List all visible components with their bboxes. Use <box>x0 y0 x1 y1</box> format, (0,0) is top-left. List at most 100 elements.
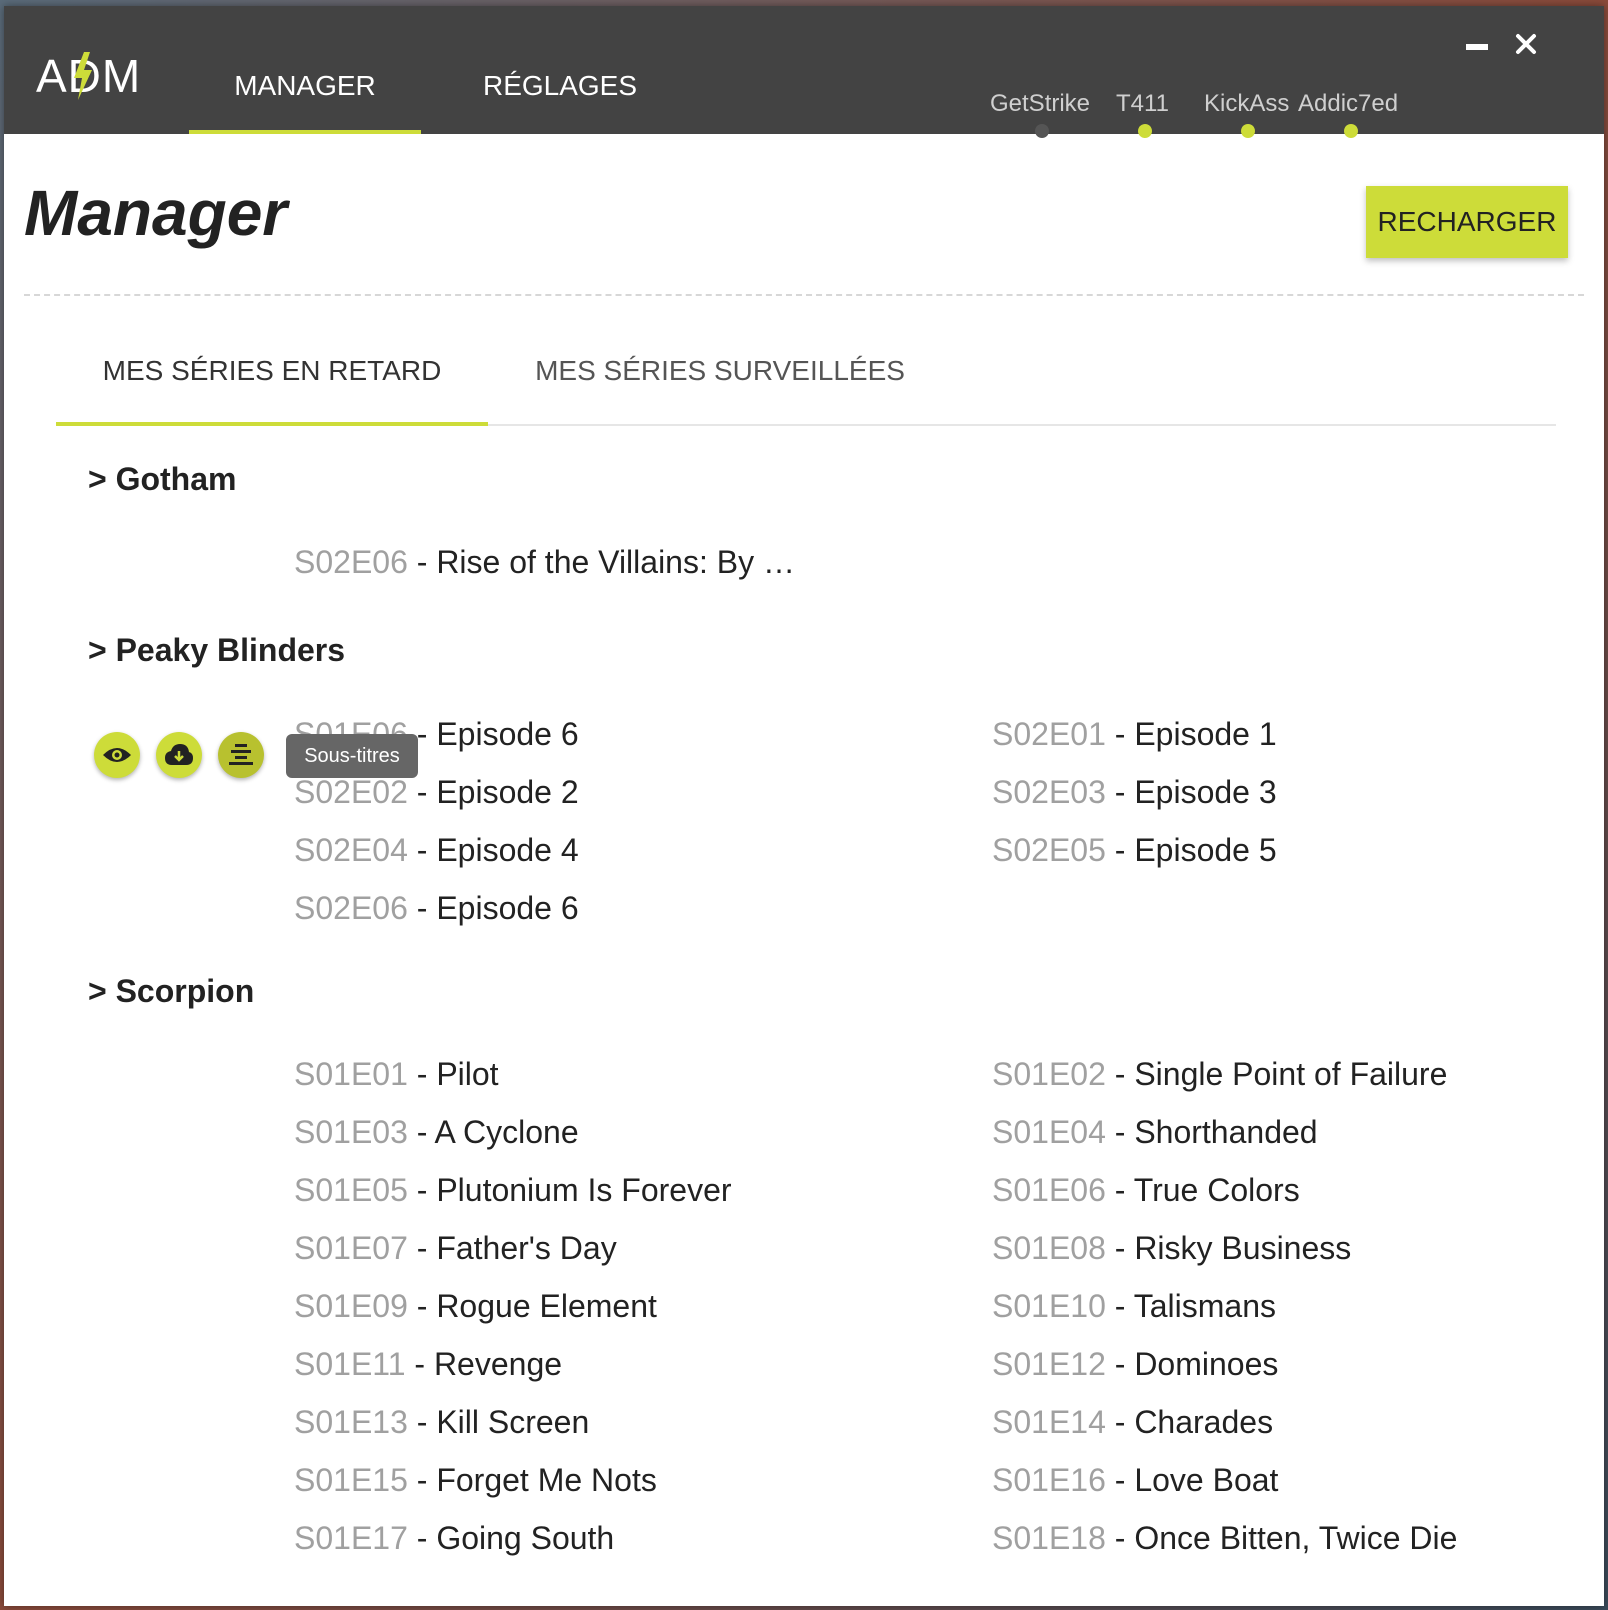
subtitles-button[interactable] <box>218 732 264 778</box>
episode-item[interactable]: S01E02 - Single Point of Failure <box>992 1056 1447 1093</box>
episode-separator: - <box>407 832 437 868</box>
mark-watched-button[interactable] <box>94 732 140 778</box>
episode-item[interactable]: S01E03 - A Cyclone <box>294 1114 579 1151</box>
episode-code: S01E06 <box>992 1172 1106 1208</box>
episode-name: Kill Screen <box>436 1404 590 1440</box>
episode-separator: - <box>407 1462 437 1498</box>
episode-code: S02E02 <box>294 774 408 810</box>
episode-name: Going South <box>436 1520 615 1556</box>
episode-separator: - <box>1105 1056 1135 1092</box>
episode-item[interactable]: S01E17 - Going South <box>294 1520 614 1557</box>
episode-name: Episode 2 <box>436 774 579 810</box>
episode-code: S02E01 <box>992 716 1106 752</box>
episode-code: S01E17 <box>294 1520 408 1556</box>
episode-item[interactable]: S01E11 - Revenge <box>294 1346 562 1383</box>
episode-item[interactable]: S01E05 - Plutonium Is Forever <box>294 1172 732 1209</box>
source-status-dot <box>1138 124 1152 138</box>
episode-item[interactable]: S01E01 - Pilot <box>294 1056 499 1093</box>
episode-item[interactable]: S02E02 - Episode 2 <box>294 774 579 811</box>
app-window: ADM MANAGER RÉGLAGES GetStrike T411 Kick… <box>4 6 1604 1606</box>
tab-reglages[interactable]: RÉGLAGES <box>444 6 676 134</box>
episode-code: S01E01 <box>294 1056 408 1092</box>
episode-item[interactable]: S02E05 - Episode 5 <box>992 832 1277 869</box>
episode-code: S02E03 <box>992 774 1106 810</box>
episode-name: Rogue Element <box>436 1288 657 1324</box>
tab-watched-series[interactable]: MES SÉRIES SURVEILLÉES <box>504 346 936 426</box>
episode-separator: - <box>1105 1404 1135 1440</box>
download-button[interactable] <box>156 732 202 778</box>
episode-separator: - <box>407 1114 435 1150</box>
cloud-download-icon <box>165 744 193 765</box>
source-label-addic7ed: Addic7ed <box>1298 90 1399 117</box>
lightning-icon <box>74 52 92 100</box>
page-title: Manager <box>24 177 288 249</box>
episode-code: S02E06 <box>294 544 408 580</box>
episode-code: S01E04 <box>992 1114 1106 1150</box>
episode-separator: - <box>1105 716 1135 752</box>
episode-separator: - <box>407 1520 437 1556</box>
episode-code: S01E10 <box>992 1288 1106 1324</box>
series-title[interactable]: > Peaky Blinders <box>88 632 345 669</box>
episode-code: S01E08 <box>992 1230 1106 1266</box>
logo: ADM <box>36 46 141 106</box>
episode-name: Episode 4 <box>436 832 579 868</box>
episode-code: S01E18 <box>992 1520 1106 1556</box>
episode-separator: - <box>1105 1346 1135 1382</box>
episode-item[interactable]: S01E09 - Rogue Element <box>294 1288 657 1325</box>
episode-item[interactable]: S01E04 - Shorthanded <box>992 1114 1318 1151</box>
episode-code: S01E13 <box>294 1404 408 1440</box>
episode-separator: - <box>1105 832 1135 868</box>
eye-icon <box>103 748 131 762</box>
episode-name: Revenge <box>433 1346 563 1382</box>
episode-item[interactable]: S01E13 - Kill Screen <box>294 1404 589 1441</box>
episode-name: Love Boat <box>1134 1462 1279 1498</box>
tab-manager[interactable]: MANAGER <box>189 6 421 134</box>
episode-separator: - <box>405 1346 434 1382</box>
series-title[interactable]: > Gotham <box>88 461 236 498</box>
episode-item[interactable]: S01E07 - Father's Day <box>294 1230 617 1267</box>
episode-code: S01E05 <box>294 1172 408 1208</box>
episode-separator: - <box>407 774 437 810</box>
episode-item[interactable]: S02E06 - Rise of the Villains: By … <box>294 544 795 581</box>
episode-separator: - <box>1105 1172 1134 1208</box>
episode-name: Risky Business <box>1134 1230 1352 1266</box>
minimize-icon[interactable] <box>1466 42 1490 52</box>
episode-name: Episode 1 <box>1134 716 1277 752</box>
episode-name: Episode 6 <box>436 716 579 752</box>
episode-code: S01E12 <box>992 1346 1106 1382</box>
episode-item[interactable]: S02E01 - Episode 1 <box>992 716 1277 753</box>
episode-name: Father's Day <box>436 1230 617 1266</box>
episode-separator: - <box>1105 1114 1135 1150</box>
episode-separator: - <box>407 1056 437 1092</box>
episode-item[interactable]: S01E15 - Forget Me Nots <box>294 1462 657 1499</box>
tab-late-series[interactable]: MES SÉRIES EN RETARD <box>56 346 488 426</box>
episode-code: S01E09 <box>294 1288 408 1324</box>
source-status-dot <box>1241 124 1255 138</box>
episode-separator: - <box>407 1230 437 1266</box>
episode-name: True Colors <box>1133 1172 1300 1208</box>
series-title[interactable]: > Scorpion <box>88 973 254 1010</box>
episode-code: S01E14 <box>992 1404 1106 1440</box>
episode-item[interactable]: S01E10 - Talismans <box>992 1288 1276 1325</box>
episode-item[interactable]: S02E04 - Episode 4 <box>294 832 579 869</box>
reload-button[interactable]: RECHARGER <box>1366 186 1568 258</box>
episode-item[interactable]: S01E18 - Once Bitten, Twice Die <box>992 1520 1457 1557</box>
episode-item[interactable]: S01E16 - Love Boat <box>992 1462 1278 1499</box>
episode-item[interactable]: S01E08 - Risky Business <box>992 1230 1351 1267</box>
subtitles-icon <box>229 744 253 765</box>
episode-item[interactable]: S02E06 - Episode 6 <box>294 890 579 927</box>
episode-item[interactable]: S02E03 - Episode 3 <box>992 774 1277 811</box>
episode-separator: - <box>1105 1462 1135 1498</box>
episode-name: Rise of the Villains: By … <box>436 544 795 580</box>
episode-code: S01E15 <box>294 1462 408 1498</box>
episode-name: Dominoes <box>1134 1346 1279 1382</box>
episode-separator: - <box>407 1288 437 1324</box>
close-icon[interactable] <box>1514 32 1538 56</box>
episode-item[interactable]: S01E06 - True Colors <box>992 1172 1300 1209</box>
episode-code: S01E03 <box>294 1114 408 1150</box>
episode-item[interactable]: S01E14 - Charades <box>992 1404 1273 1441</box>
episode-item[interactable]: S01E12 - Dominoes <box>992 1346 1278 1383</box>
source-label-t411: T411 <box>1116 90 1169 117</box>
episode-name: Forget Me Nots <box>436 1462 657 1498</box>
divider <box>24 294 1584 296</box>
